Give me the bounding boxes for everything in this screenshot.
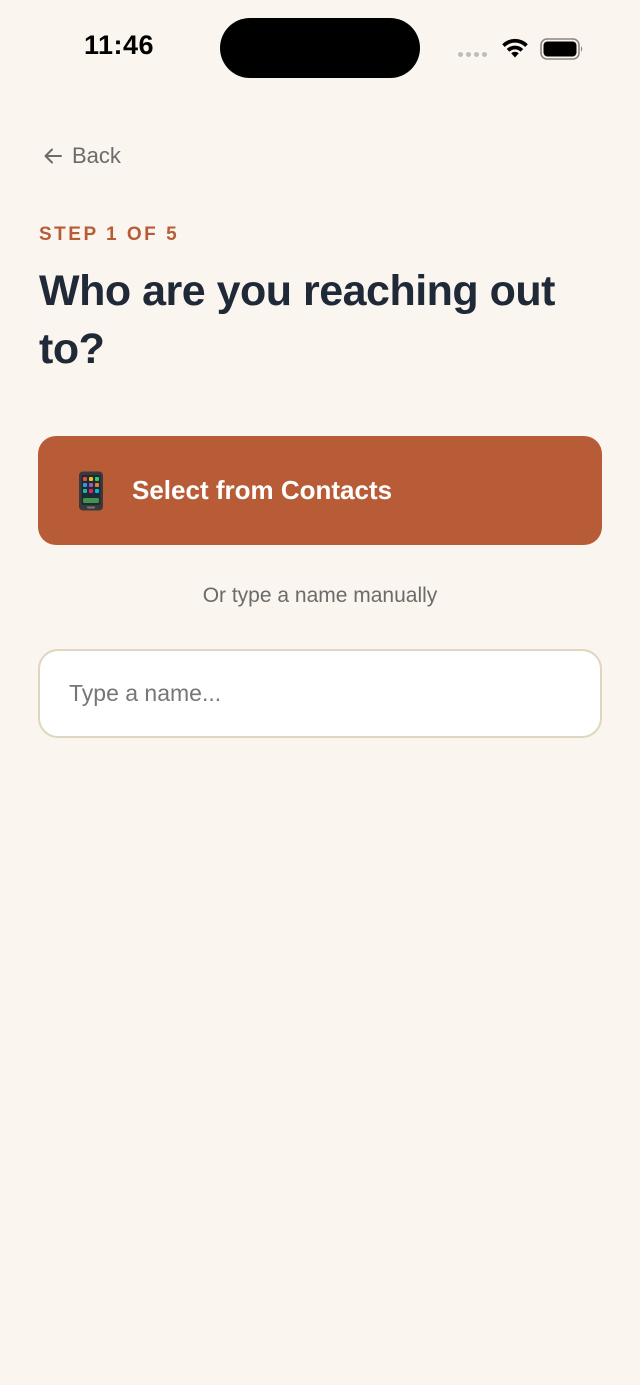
status-time: 11:46 [84, 30, 155, 60]
signal-dots-icon [458, 52, 487, 57]
select-from-contacts-button[interactable]: Select from Contacts [38, 436, 602, 545]
name-input[interactable] [38, 649, 602, 738]
manual-entry-hint: Or type a name manually [202, 584, 438, 607]
back-label: Back [72, 143, 121, 168]
select-from-contacts-label: Select from Contacts [132, 475, 393, 505]
battery-icon [540, 38, 583, 60]
page-title: Who are you reaching out to? [39, 267, 556, 373]
step-indicator: STEP 1 OF 5 [39, 224, 180, 245]
status-bar: 11:46 [0, 0, 640, 100]
back-button[interactable]: Back [42, 140, 121, 172]
dynamic-island [220, 18, 420, 78]
wifi-icon [502, 38, 528, 58]
arrow-left-icon [44, 148, 62, 164]
mobile-phone-icon [79, 471, 103, 510]
